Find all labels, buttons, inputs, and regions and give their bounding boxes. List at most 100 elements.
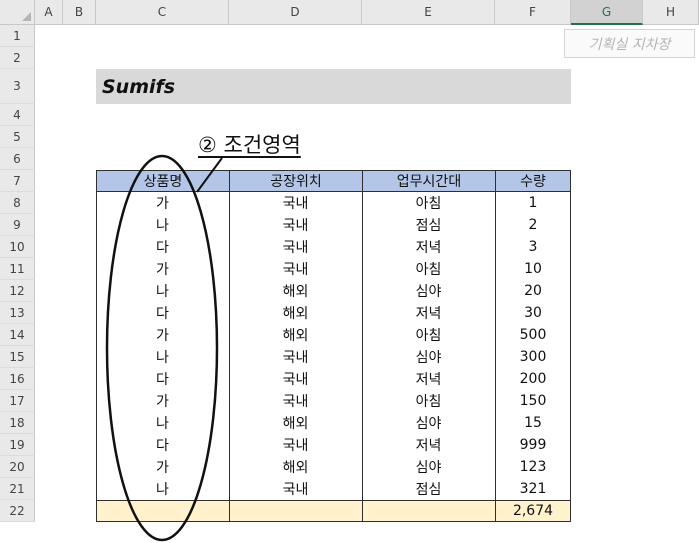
cell-location[interactable]: 국내 [229,346,362,368]
row-header-12[interactable]: 12 [0,280,35,302]
cell-quantity[interactable]: 10 [495,258,571,280]
select-all-icon [22,12,31,21]
cell-location[interactable]: 국내 [229,214,362,236]
row-header-13[interactable]: 13 [0,302,35,324]
cell-product[interactable]: 가 [96,390,229,412]
column-header-c[interactable]: C [96,0,229,25]
row-header-17[interactable]: 17 [0,390,35,412]
cell-location[interactable]: 국내 [229,258,362,280]
cell-time[interactable]: 심야 [362,412,495,434]
table-border [570,170,571,500]
column-header-b[interactable]: B [63,0,96,25]
column-header-d[interactable]: D [229,0,362,25]
cell-quantity[interactable]: 200 [495,368,571,390]
condition-range-annotation: ② 조건영역 [198,133,301,157]
column-header-e[interactable]: E [362,0,495,25]
cell-location[interactable]: 해외 [229,412,362,434]
cell-quantity[interactable]: 300 [495,346,571,368]
cell-location[interactable]: 해외 [229,302,362,324]
cell-time[interactable]: 아침 [362,390,495,412]
header-work-time[interactable]: 업무시간대 [362,170,496,192]
cell-location[interactable]: 국내 [229,390,362,412]
table-border [229,170,230,500]
row-header-11[interactable]: 11 [0,258,35,280]
cell-time[interactable]: 점심 [362,478,495,500]
cell-quantity[interactable]: 15 [495,412,571,434]
cell-location[interactable]: 국내 [229,478,362,500]
cell-quantity[interactable]: 3 [495,236,571,258]
cell-time[interactable]: 저녁 [362,236,495,258]
cell-product[interactable]: 가 [96,258,229,280]
cell-product[interactable]: 가 [96,456,229,478]
header-product[interactable]: 상품명 [96,170,230,192]
cell-time[interactable]: 저녁 [362,368,495,390]
cell-quantity[interactable]: 2 [495,214,571,236]
cell-product[interactable]: 다 [96,434,229,456]
cell-location[interactable]: 국내 [229,434,362,456]
row-header-14[interactable]: 14 [0,324,35,346]
row-header-1[interactable]: 1 [0,25,35,47]
table-border [495,170,496,500]
cell-quantity[interactable]: 1 [495,192,571,214]
row-header-18[interactable]: 18 [0,412,35,434]
total-cell-time[interactable] [362,500,496,522]
cell-product[interactable]: 나 [96,478,229,500]
cell-location[interactable]: 국내 [229,236,362,258]
row-header-20[interactable]: 20 [0,456,35,478]
row-header-8[interactable]: 8 [0,192,35,214]
cell-location[interactable]: 국내 [229,368,362,390]
total-cell-product[interactable] [96,500,230,522]
cell-location[interactable]: 국내 [229,192,362,214]
row-header-6[interactable]: 6 [0,148,35,170]
column-header-h[interactable]: H [643,0,699,25]
row-header-16[interactable]: 16 [0,368,35,390]
cell-quantity[interactable]: 500 [495,324,571,346]
row-header-5[interactable]: 5 [0,126,35,148]
cell-product[interactable]: 나 [96,412,229,434]
row-header-3[interactable]: 3 [0,69,35,104]
cell-quantity[interactable]: 30 [495,302,571,324]
cell-time[interactable]: 저녁 [362,302,495,324]
row-header-2[interactable]: 2 [0,47,35,69]
cell-product[interactable]: 나 [96,346,229,368]
column-header-a[interactable]: A [35,0,63,25]
cell-product[interactable]: 가 [96,324,229,346]
cell-product[interactable]: 다 [96,302,229,324]
cell-quantity[interactable]: 999 [495,434,571,456]
cell-product[interactable]: 다 [96,236,229,258]
row-header-9[interactable]: 9 [0,214,35,236]
cell-location[interactable]: 해외 [229,280,362,302]
column-header-g[interactable]: G [571,0,643,25]
cell-quantity[interactable]: 150 [495,390,571,412]
header-factory-location[interactable]: 공장위치 [229,170,363,192]
cell-quantity[interactable]: 123 [495,456,571,478]
total-quantity[interactable]: 2,674 [495,500,571,522]
cell-time[interactable]: 아침 [362,192,495,214]
row-header-7[interactable]: 7 [0,170,35,192]
header-quantity[interactable]: 수량 [495,170,571,192]
column-header-f[interactable]: F [495,0,571,25]
cell-time[interactable]: 점심 [362,214,495,236]
row-header-10[interactable]: 10 [0,236,35,258]
total-cell-location[interactable] [229,500,363,522]
cell-time[interactable]: 심야 [362,346,495,368]
cell-product[interactable]: 나 [96,280,229,302]
row-header-19[interactable]: 19 [0,434,35,456]
cell-quantity[interactable]: 321 [495,478,571,500]
cell-time[interactable]: 심야 [362,456,495,478]
row-header-15[interactable]: 15 [0,346,35,368]
cell-location[interactable]: 해외 [229,324,362,346]
cell-product[interactable]: 나 [96,214,229,236]
row-header-21[interactable]: 21 [0,478,35,500]
cell-product[interactable]: 다 [96,368,229,390]
select-all-corner[interactable] [0,0,35,25]
cell-time[interactable]: 아침 [362,324,495,346]
row-header-22[interactable]: 22 [0,500,35,522]
row-header-4[interactable]: 4 [0,104,35,126]
cell-time[interactable]: 저녁 [362,434,495,456]
cell-time[interactable]: 아침 [362,258,495,280]
cell-product[interactable]: 가 [96,192,229,214]
cell-time[interactable]: 심야 [362,280,495,302]
cell-location[interactable]: 해외 [229,456,362,478]
cell-quantity[interactable]: 20 [495,280,571,302]
